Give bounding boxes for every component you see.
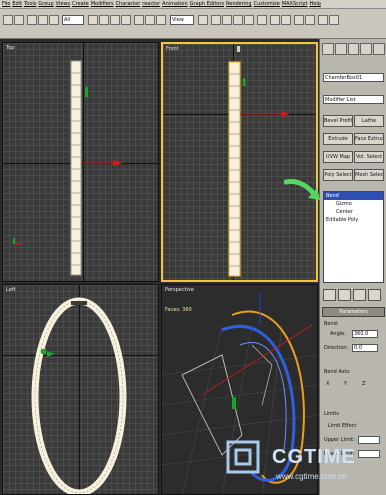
ring-object-front <box>228 61 241 277</box>
select-rotate-button[interactable] <box>145 15 155 25</box>
menu-create[interactable]: Create <box>72 1 89 7</box>
tab-modify[interactable] <box>334 43 347 55</box>
render-scene-button[interactable] <box>318 15 328 25</box>
menu-graph-editors[interactable]: Graph Editors <box>190 1 224 7</box>
bend-axis-label: Bend Axis: <box>324 369 351 375</box>
bevel-profile-button[interactable]: Bevel Profile <box>323 115 353 127</box>
undo-button[interactable] <box>3 15 13 25</box>
show-end-result-button[interactable] <box>338 289 351 301</box>
selection-filter-dropdown[interactable]: All <box>62 15 84 25</box>
material-editor-button[interactable] <box>305 15 315 25</box>
stack-item-editable-poly[interactable]: Editable Poly <box>324 216 383 224</box>
menu-animation[interactable]: Animation <box>162 1 188 7</box>
menu-modifiers[interactable]: Modifiers <box>91 1 114 7</box>
make-unique-button[interactable] <box>353 289 366 301</box>
ring-object-left <box>31 297 127 494</box>
watermark-brand: CGTIME <box>272 446 356 468</box>
menu-bar: File Edit Tools Group Views Create Modif… <box>0 0 386 9</box>
extrude-button[interactable]: Extrude <box>323 133 353 145</box>
menu-reactor[interactable]: reactor <box>142 1 160 7</box>
align-button[interactable] <box>281 15 291 25</box>
vol-select-button[interactable]: Vol. Select <box>354 151 384 163</box>
command-panel-tabs <box>322 43 385 55</box>
menu-file[interactable]: File <box>2 1 10 7</box>
select-by-name-button[interactable] <box>99 15 109 25</box>
x-axis-gizmo <box>281 111 290 117</box>
watermark: CGTIME www.cgtime.com.cn <box>218 428 386 495</box>
menu-group[interactable]: Group <box>38 1 53 7</box>
select-scale-button[interactable] <box>156 15 166 25</box>
menu-views[interactable]: Views <box>56 1 70 7</box>
snaps-toggle-button[interactable] <box>211 15 221 25</box>
angle-spinner[interactable]: 360.0 <box>352 330 378 338</box>
curve-editor-button[interactable] <box>294 15 304 25</box>
tab-hierarchy[interactable] <box>347 43 360 55</box>
bind-space-warp-button[interactable] <box>49 15 59 25</box>
menu-tools[interactable]: Tools <box>24 1 36 7</box>
window-crossing-button[interactable] <box>121 15 131 25</box>
angle-snap-button[interactable] <box>222 15 232 25</box>
left-view-geometry <box>31 297 127 494</box>
angle-label: Angle: <box>330 331 346 337</box>
axis-z-radio[interactable]: Z <box>362 381 365 387</box>
stack-item-gizmo[interactable]: Gizmo <box>324 200 383 208</box>
watermark-url: www.cgtime.com.cn <box>276 472 347 481</box>
reference-coord-dropdown[interactable]: View <box>170 15 194 25</box>
select-object-button[interactable] <box>88 15 98 25</box>
pivot-center-button[interactable] <box>198 15 208 25</box>
main-toolbar: All View <box>0 9 386 39</box>
front-view-geometry <box>228 46 290 277</box>
annotation-arrow-icon <box>284 179 320 200</box>
redo-button[interactable] <box>14 15 24 25</box>
direction-spinner[interactable]: 0.0 <box>352 344 378 352</box>
axis-x-radio[interactable]: X <box>326 381 329 387</box>
unlink-button[interactable] <box>38 15 48 25</box>
viewport-top[interactable]: Top <box>2 42 159 282</box>
menu-rendering[interactable]: Rendering <box>226 1 252 7</box>
viewport-front[interactable]: Front <box>161 42 318 282</box>
y-axis-gizmo <box>85 87 88 97</box>
bend-label: Bend: <box>324 321 339 327</box>
uvw-map-button[interactable]: UVW Map <box>323 151 353 163</box>
select-move-button[interactable] <box>134 15 144 25</box>
poly-select-button[interactable]: Poly Select <box>323 169 353 181</box>
tab-motion[interactable] <box>360 43 373 55</box>
remove-modifier-button[interactable] <box>368 289 381 301</box>
cgtime-logo-icon <box>226 440 260 474</box>
tab-display[interactable] <box>373 43 385 55</box>
direction-label: Direction: <box>324 345 349 351</box>
spinner-snap-button[interactable] <box>244 15 254 25</box>
menu-maxscript[interactable]: MAXScript <box>282 1 308 7</box>
select-link-button[interactable] <box>27 15 37 25</box>
lathe-button[interactable]: Lathe <box>354 115 384 127</box>
command-panel: ChamferBox01 Modifier List Bevel Profile… <box>319 39 386 495</box>
top-view-geometry <box>13 60 123 276</box>
quick-render-button[interactable] <box>329 15 339 25</box>
axis-y-radio[interactable]: Y <box>344 381 347 387</box>
mirror-button[interactable] <box>270 15 280 25</box>
parameters-rollout[interactable]: Parameters <box>322 307 385 317</box>
x-axis-gizmo <box>113 160 123 166</box>
menu-help[interactable]: Help <box>309 1 320 7</box>
stack-item-center[interactable]: Center <box>324 208 383 216</box>
percent-snap-button[interactable] <box>233 15 243 25</box>
modifier-list-dropdown[interactable]: Modifier List <box>323 95 384 104</box>
mesh-select-button[interactable]: Mesh Select <box>354 169 384 181</box>
ring-object-top <box>70 60 82 276</box>
modifier-stack[interactable]: Bend Gizmo Center Editable Poly <box>323 191 384 283</box>
limits-label: Limits <box>324 411 339 417</box>
pin-stack-button[interactable] <box>323 289 336 301</box>
menu-character[interactable]: Character <box>116 1 141 7</box>
face-extrude-button[interactable]: Face Extrude <box>354 133 384 145</box>
object-name-field[interactable]: ChamferBox01 <box>323 73 384 82</box>
rect-selection-button[interactable] <box>110 15 120 25</box>
y-axis-gizmo <box>41 349 46 354</box>
viewport-left[interactable]: Left <box>2 284 159 495</box>
named-selection-button[interactable] <box>257 15 267 25</box>
tab-create[interactable] <box>322 43 334 55</box>
menu-edit[interactable]: Edit <box>12 1 22 7</box>
stack-item-bend[interactable]: Bend <box>324 192 383 200</box>
menu-customize[interactable]: Customize <box>254 1 280 7</box>
